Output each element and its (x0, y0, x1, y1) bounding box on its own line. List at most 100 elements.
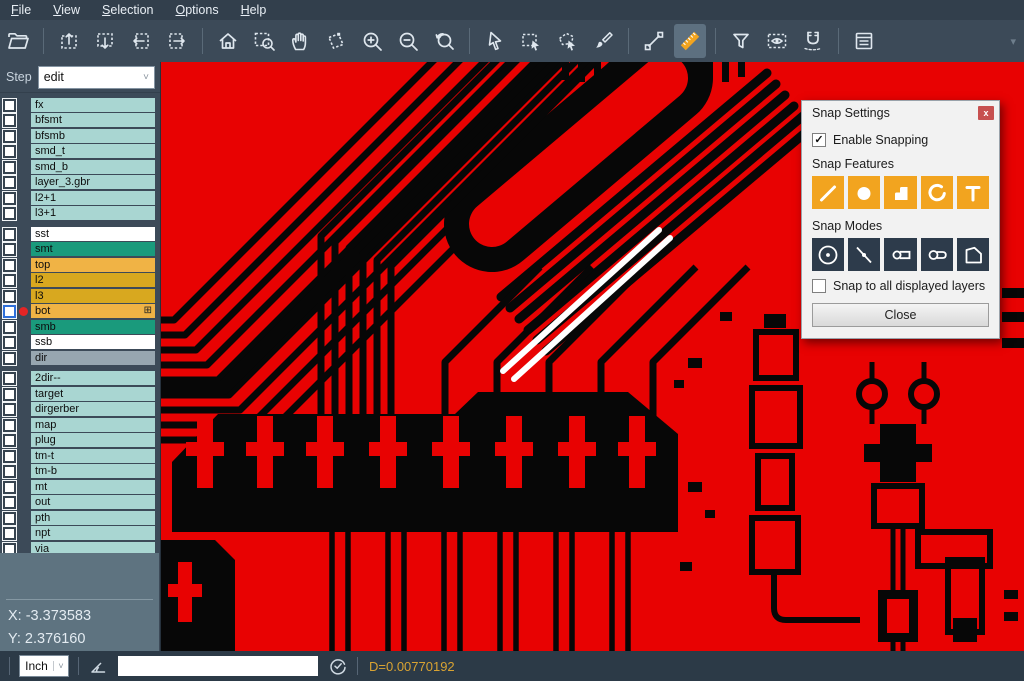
layer-visibility-checkbox[interactable] (3, 161, 16, 174)
layer-visibility-checkbox[interactable] (3, 259, 16, 272)
layer-visibility-checkbox[interactable] (3, 450, 16, 463)
layer-npt[interactable]: npt (31, 526, 155, 540)
snap-mode-midpoint-button[interactable] (848, 238, 880, 271)
snap-feature-text-button[interactable] (957, 176, 989, 209)
layer-visibility-checkbox[interactable] (3, 388, 16, 401)
select-polygon-icon[interactable] (551, 24, 583, 58)
snap-mode-center-button[interactable] (812, 238, 844, 271)
layer-fx[interactable]: fx (31, 98, 155, 112)
snap-mode-slot-center-button[interactable] (921, 238, 953, 271)
enable-snapping-checkbox[interactable]: ✓ (812, 133, 826, 147)
zoom-in-icon[interactable] (356, 24, 388, 58)
layer-visibility-checkbox[interactable] (3, 130, 16, 143)
layer-plug[interactable]: plug (31, 433, 155, 447)
layer-visibility-checkbox[interactable] (3, 465, 16, 478)
filter-icon[interactable] (725, 24, 757, 58)
zoom-previous-icon[interactable] (428, 24, 460, 58)
layer-visibility-checkbox[interactable] (3, 176, 16, 189)
snap-feature-arc-button[interactable] (921, 176, 953, 209)
layer-visibility-checkbox[interactable] (3, 99, 16, 112)
ruler-icon[interactable] (674, 24, 706, 58)
refresh-check-icon[interactable] (328, 656, 348, 676)
layer-l3[interactable]: l3 (31, 289, 155, 303)
select-pointer-icon[interactable] (479, 24, 511, 58)
snap-feature-line-button[interactable] (812, 176, 844, 209)
layer-pth[interactable]: pth (31, 511, 155, 525)
layer-visibility-checkbox[interactable] (3, 228, 16, 241)
layer-smb[interactable]: smb (31, 320, 155, 334)
layer-out[interactable]: out (31, 495, 155, 509)
angle-measure-icon[interactable] (88, 656, 108, 676)
snap-feature-surface-button[interactable] (884, 176, 916, 209)
menu-file[interactable]: File (0, 0, 42, 20)
pan-hand-icon[interactable] (284, 24, 316, 58)
snap-mode-slot-end-button[interactable] (884, 238, 916, 271)
snap-magnet-icon[interactable] (797, 24, 829, 58)
unit-dropdown[interactable]: Inch ˅ (19, 655, 69, 677)
measure-input[interactable] (118, 656, 318, 676)
layers-panel-icon[interactable] (848, 24, 880, 58)
layer-smd_t[interactable]: smd_t (31, 144, 155, 158)
layer-ssb[interactable]: ssb (31, 335, 155, 349)
layer-visibility-checkbox[interactable] (3, 114, 16, 127)
home-view-icon[interactable] (212, 24, 244, 58)
layer-l2+1[interactable]: l2+1 (31, 191, 155, 205)
zoom-object-icon[interactable] (320, 24, 352, 58)
layer-smt[interactable]: smt (31, 242, 155, 256)
layer-layer_3.gbr[interactable]: layer_3.gbr (31, 175, 155, 189)
layer-visibility-checkbox[interactable] (3, 481, 16, 494)
layer-visibility-checkbox[interactable] (3, 403, 16, 416)
close-icon[interactable]: x (978, 106, 994, 120)
snap-mode-corner-button[interactable] (957, 238, 989, 271)
layer-visibility-checkbox[interactable] (3, 290, 16, 303)
layer-visibility-checkbox[interactable] (3, 336, 16, 349)
zoom-out-icon[interactable] (392, 24, 424, 58)
layer-l3+1[interactable]: l3+1 (31, 206, 155, 220)
layer-visibility-checkbox[interactable] (3, 434, 16, 447)
layer-visibility-checkbox[interactable] (3, 352, 16, 365)
layer-tm-b[interactable]: tm-b (31, 464, 155, 478)
menu-view[interactable]: View (42, 0, 91, 20)
snap-all-layers-checkbox[interactable] (812, 279, 826, 293)
layer-map[interactable]: map (31, 418, 155, 432)
layer-visibility-checkbox[interactable] (3, 145, 16, 158)
open-folder-icon[interactable] (2, 24, 34, 58)
select-rectangle-icon[interactable] (515, 24, 547, 58)
layer-target[interactable]: target (31, 387, 155, 401)
layer-mt[interactable]: mt (31, 480, 155, 494)
layer-bfsmt[interactable]: bfsmt (31, 113, 155, 127)
layer-visibility-checkbox[interactable] (3, 243, 16, 256)
layer-visibility-checkbox[interactable] (3, 207, 16, 220)
pan-down-icon[interactable] (89, 24, 121, 58)
menu-help[interactable]: Help (230, 0, 278, 20)
menu-selection[interactable]: Selection (91, 0, 164, 20)
layer-visibility-checkbox[interactable] (3, 372, 16, 385)
layer-tm-t[interactable]: tm-t (31, 449, 155, 463)
layer-visibility-checkbox[interactable] (3, 512, 16, 525)
layer-sst[interactable]: sst (31, 227, 155, 241)
layer-visibility-checkbox[interactable] (3, 419, 16, 432)
layer-2dir--[interactable]: 2dir-- (31, 371, 155, 385)
pan-right-icon[interactable] (161, 24, 193, 58)
layer-dir[interactable]: dir (31, 351, 155, 365)
layer-bfsmb[interactable]: bfsmb (31, 129, 155, 143)
layer-visibility-checkbox[interactable] (3, 496, 16, 509)
step-dropdown[interactable]: edit ˅ (38, 66, 155, 89)
layer-top[interactable]: top (31, 258, 155, 272)
layer-smd_b[interactable]: smd_b (31, 160, 155, 174)
layer-bot[interactable]: bot⊞ (31, 304, 155, 318)
show-hide-area-icon[interactable] (761, 24, 793, 58)
layer-visibility-checkbox[interactable] (3, 321, 16, 334)
layer-visibility-checkbox[interactable] (3, 192, 16, 205)
measure-distance-icon[interactable] (638, 24, 670, 58)
pan-up-icon[interactable] (53, 24, 85, 58)
menu-options[interactable]: Options (164, 0, 229, 20)
dialog-title-bar[interactable]: Snap Settings x (802, 101, 999, 125)
select-brush-icon[interactable] (587, 24, 619, 58)
layer-l2[interactable]: l2 (31, 273, 155, 287)
zoom-area-icon[interactable] (248, 24, 280, 58)
snap-feature-pad-button[interactable] (848, 176, 880, 209)
layer-visibility-checkbox[interactable] (3, 527, 16, 540)
layer-dirgerber[interactable]: dirgerber (31, 402, 155, 416)
close-button[interactable]: Close (812, 303, 989, 327)
